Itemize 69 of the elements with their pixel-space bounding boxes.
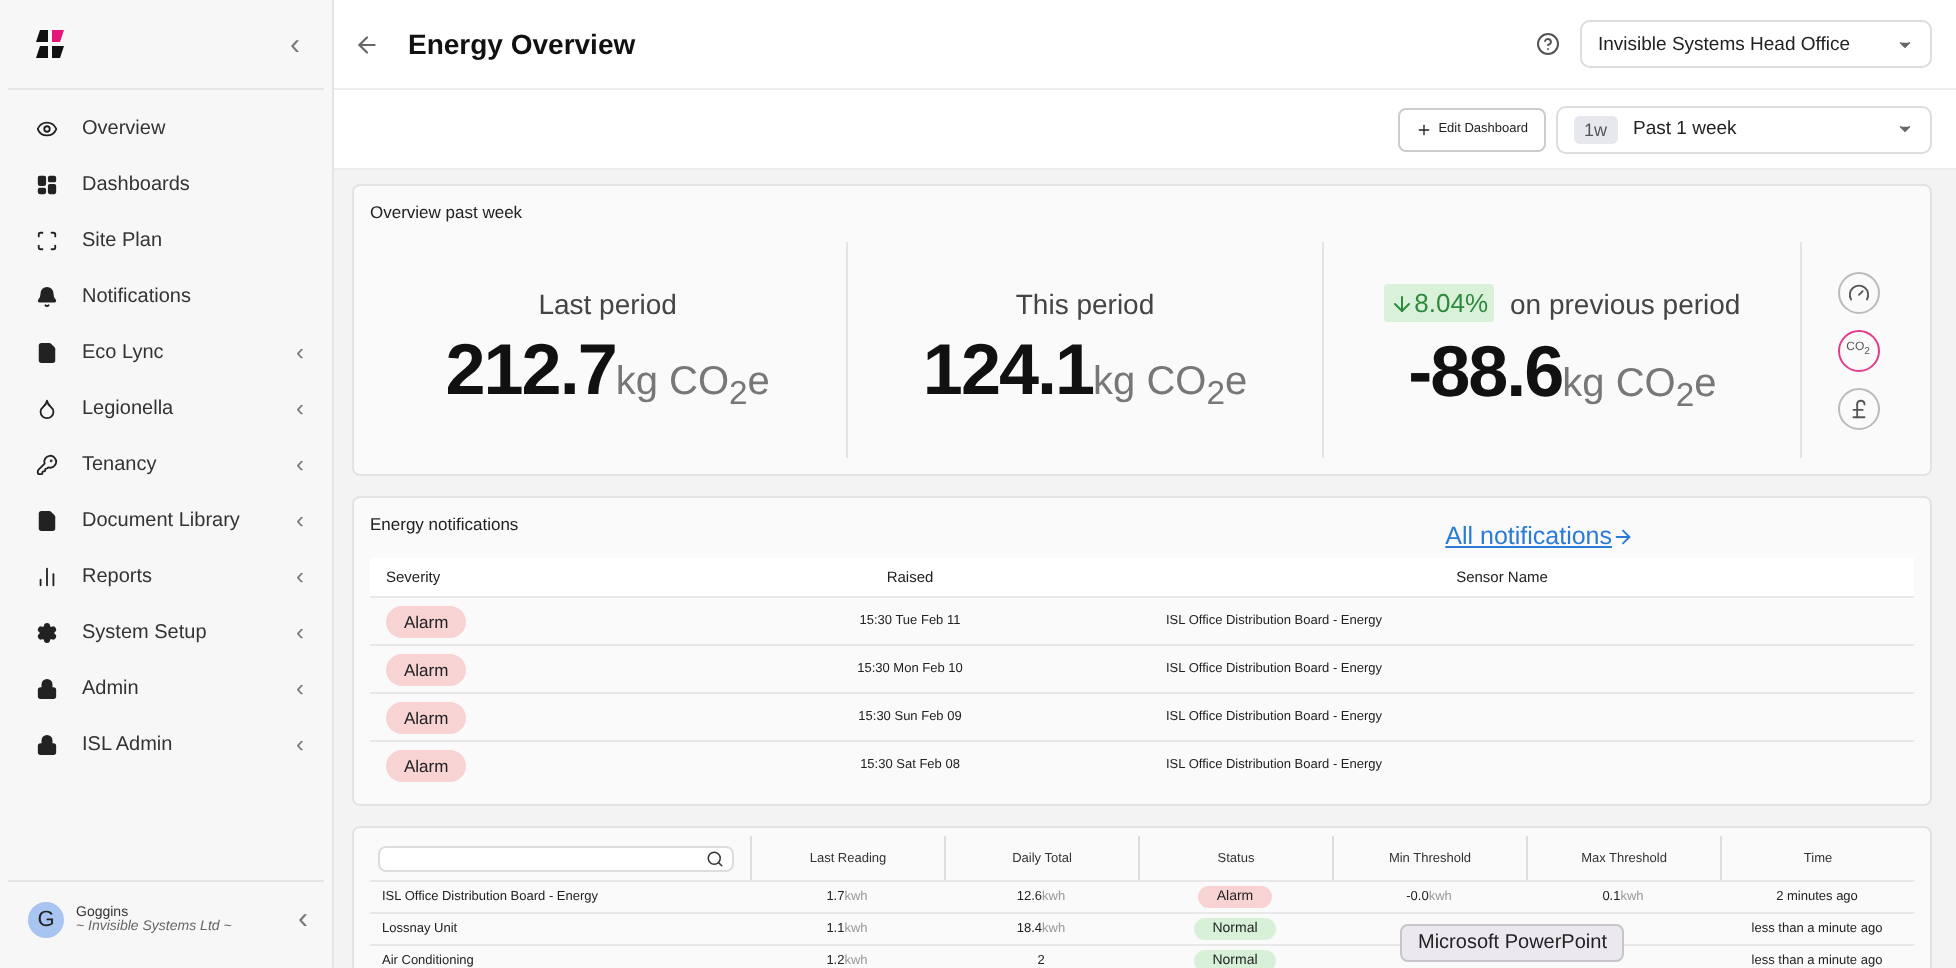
- key-icon: [36, 453, 58, 475]
- gauge-icon: [1847, 281, 1870, 303]
- period-select[interactable]: 1w Past 1 week: [1556, 105, 1932, 153]
- plus-icon: [1416, 121, 1433, 137]
- sidebar-item[interactable]: Reports ‹: [0, 548, 332, 604]
- pound-toggle[interactable]: [1837, 387, 1880, 429]
- expand-chevron: ‹: [296, 506, 304, 534]
- bell-icon: [36, 285, 58, 307]
- stat-value: 124.1: [922, 327, 1094, 411]
- frame-icon: [36, 229, 58, 251]
- stat-value: 212.7: [445, 327, 616, 411]
- user-avatar: G: [28, 901, 64, 937]
- caret-icon: [1896, 120, 1914, 138]
- stat-unit: kg CO$_{2}$e: [1093, 359, 1248, 413]
- gauge-toggle[interactable]: [1837, 271, 1880, 313]
- stat-unit: kg CO$_{2}$e: [1562, 362, 1717, 416]
- expand-chevron: ‹: [296, 562, 304, 590]
- collapse-button[interactable]: ‹: [290, 27, 300, 61]
- severity-badge: Alarm: [386, 653, 467, 685]
- all-notifications-link[interactable]: All notifications: [1445, 522, 1634, 550]
- expand-chevron: ‹: [296, 674, 304, 702]
- sidebar-item[interactable]: Tenancy ‹: [0, 436, 332, 492]
- sidebar-item[interactable]: ISL Admin ‹: [0, 716, 332, 772]
- stat-label: This period: [1015, 287, 1155, 319]
- sidebar-item[interactable]: Document Library ‹: [0, 492, 332, 548]
- search-icon: [706, 849, 724, 867]
- help-icon[interactable]: [1536, 32, 1560, 56]
- stat-unit: kg CO$_{2}$e: [615, 359, 770, 413]
- logo-icon: [36, 30, 64, 58]
- change-badge: 8.04%: [1384, 284, 1495, 322]
- file-icon: [36, 509, 58, 531]
- user-menu-chevron[interactable]: ‹: [298, 902, 308, 936]
- panel-title: Energy notifications: [370, 514, 519, 534]
- drop-icon: [36, 397, 58, 419]
- stat-label: on previous period: [1510, 287, 1741, 319]
- panel-title: Overview past week: [370, 202, 525, 222]
- settings-icon: [36, 621, 58, 643]
- sidebar-item[interactable]: System Setup ‹: [0, 604, 332, 660]
- sidebar-item[interactable]: Overview: [0, 100, 332, 156]
- severity-badge: Alarm: [386, 605, 467, 637]
- period-badge: 1w: [1574, 115, 1618, 143]
- severity-badge: Alarm: [386, 749, 467, 781]
- eye-icon: [36, 117, 58, 139]
- sidebar-item[interactable]: Eco Lync ‹: [0, 324, 332, 380]
- expand-chevron: ‹: [296, 730, 304, 758]
- search-field[interactable]: [378, 845, 734, 871]
- sidebar-item[interactable]: Notifications: [0, 268, 332, 324]
- pound-icon: [1847, 397, 1870, 419]
- site-select[interactable]: Invisible Systems Head Office: [1580, 20, 1932, 68]
- tooltip: Microsoft PowerPoint: [1400, 924, 1625, 962]
- expand-chevron: ‹: [296, 338, 304, 366]
- sidebar-item[interactable]: Legionella ‹: [0, 380, 332, 436]
- dashboard-icon: [36, 173, 58, 195]
- stat-label: Last period: [538, 287, 677, 319]
- lock-icon: [36, 677, 58, 699]
- sidebar-item[interactable]: Dashboards: [0, 156, 332, 212]
- sidebar-item[interactable]: Admin ‹: [0, 660, 332, 716]
- expand-chevron: ‹: [296, 450, 304, 478]
- expand-chevron: ‹: [296, 394, 304, 422]
- page-title: Energy Overview: [408, 28, 638, 60]
- back-icon[interactable]: [354, 31, 380, 57]
- sidebar-item[interactable]: Site Plan: [0, 212, 332, 268]
- severity-badge: Alarm: [386, 701, 467, 733]
- expand-chevron: ‹: [296, 618, 304, 646]
- stat-value: -88.6: [1408, 330, 1563, 414]
- lock-icon: [36, 733, 58, 755]
- arrow-right-icon: [1612, 525, 1634, 547]
- document-icon: [36, 341, 58, 363]
- bar-chart-icon: [36, 565, 58, 587]
